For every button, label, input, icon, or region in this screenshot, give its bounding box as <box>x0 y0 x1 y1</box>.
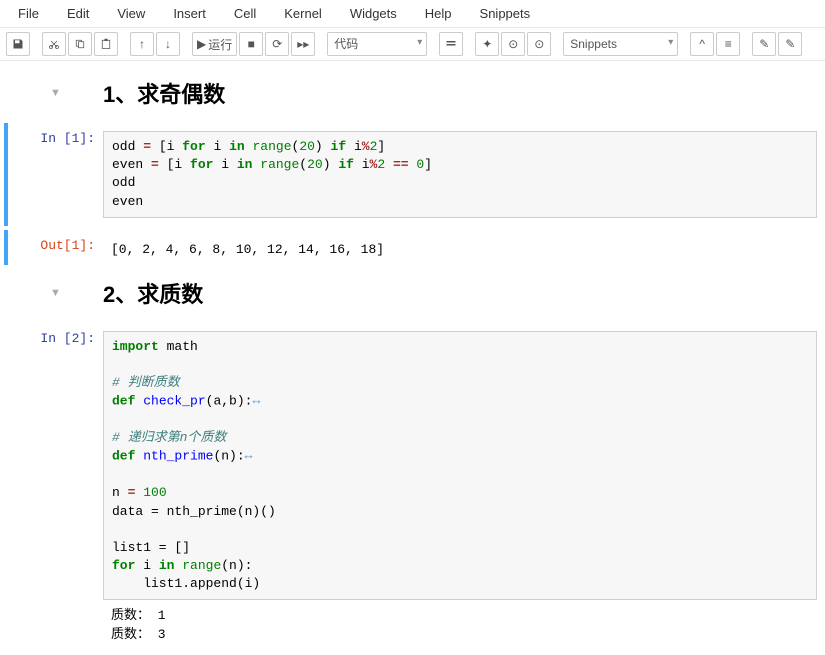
code-input-2[interactable]: import math # 判断质数 def check_pr(a,b):↔ #… <box>103 331 817 601</box>
snippets-select[interactable]: Snippets <box>563 32 678 56</box>
code-input-1[interactable]: odd = [i for i in range(20) if i%2] even… <box>103 131 817 218</box>
run-label: 运行 <box>208 36 232 53</box>
in-prompt-1: In [1]: <box>8 127 103 222</box>
edit-button[interactable]: ✎ <box>752 32 776 56</box>
code-cell-1[interactable]: In [1]: odd = [i for i in range(20) if i… <box>4 123 817 226</box>
save-button[interactable] <box>6 32 30 56</box>
restart-button[interactable]: ⟳ <box>265 32 289 56</box>
menu-help[interactable]: Help <box>415 2 470 25</box>
command-palette-button[interactable] <box>439 32 463 56</box>
menu-cell[interactable]: Cell <box>224 2 274 25</box>
paste-button[interactable] <box>94 32 118 56</box>
toolbar: ↑ ↓ ▶ 运行 ■ ⟳ ▸▸ 代码 ✦ ⊙ ⊙ Snippets ^ ≡ ✎ … <box>0 28 825 61</box>
out-prompt-1: Out[1]: <box>8 234 103 261</box>
output-text-2: 质数： 1 质数： 3 <box>103 600 817 642</box>
heading-cell-1[interactable]: ▼ 1、求奇偶数 <box>8 69 817 123</box>
output-text-1: [0, 2, 4, 6, 8, 10, 12, 14, 16, 18] <box>103 238 817 257</box>
in-prompt-2: In [2]: <box>8 327 103 647</box>
cut-button[interactable] <box>42 32 66 56</box>
output-cell-1: Out[1]: [0, 2, 4, 6, 8, 10, 12, 14, 16, … <box>4 230 817 265</box>
menubar: File Edit View Insert Cell Kernel Widget… <box>0 0 825 28</box>
fold-icon[interactable]: ↔ <box>252 392 260 410</box>
menu-kernel[interactable]: Kernel <box>274 2 340 25</box>
nav-target-button[interactable]: ✦ <box>475 32 499 56</box>
run-button[interactable]: ▶ 运行 <box>192 32 237 56</box>
collapse-toggle-icon[interactable]: ▼ <box>8 287 103 299</box>
notebook-container: ▼ 1、求奇偶数 In [1]: odd = [i for i in range… <box>0 69 825 650</box>
heading-2-text: 2、求质数 <box>103 277 203 309</box>
collapse-toggle-icon[interactable]: ▼ <box>8 87 103 99</box>
menu-insert[interactable]: Insert <box>163 2 224 25</box>
menu-view[interactable]: View <box>107 2 163 25</box>
celltype-select[interactable]: 代码 <box>327 32 427 56</box>
heading-1-text: 1、求奇偶数 <box>103 77 225 109</box>
heading-cell-2[interactable]: ▼ 2、求质数 <box>8 269 817 323</box>
menu-snippets[interactable]: Snippets <box>470 2 549 25</box>
toggle-toolbar-button[interactable]: ≡ <box>716 32 740 56</box>
code-cell-2[interactable]: In [2]: import math # 判断质数 def check_pr(… <box>8 323 817 651</box>
run-all-button[interactable]: ▸▸ <box>291 32 315 56</box>
move-up-button[interactable]: ↑ <box>130 32 154 56</box>
fold-icon[interactable]: ↔ <box>245 447 253 465</box>
menu-widgets[interactable]: Widgets <box>340 2 415 25</box>
pin-button[interactable]: ✎ <box>778 32 802 56</box>
nav-up-button[interactable]: ⊙ <box>501 32 525 56</box>
interrupt-button[interactable]: ■ <box>239 32 263 56</box>
menu-edit[interactable]: Edit <box>57 2 107 25</box>
toggle-header-button[interactable]: ^ <box>690 32 714 56</box>
menu-file[interactable]: File <box>8 2 57 25</box>
nav-down-button[interactable]: ⊙ <box>527 32 551 56</box>
move-down-button[interactable]: ↓ <box>156 32 180 56</box>
copy-button[interactable] <box>68 32 92 56</box>
